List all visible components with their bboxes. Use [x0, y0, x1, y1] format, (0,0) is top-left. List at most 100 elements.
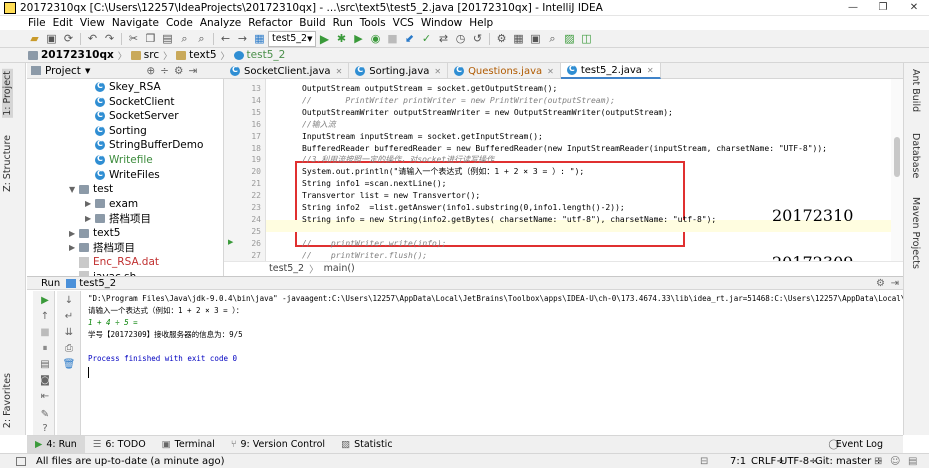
project-tree-item[interactable]: Skey_RSA	[85, 80, 161, 94]
settings-icon[interactable]: ⚙	[493, 31, 510, 47]
gear-icon[interactable]: ⚙	[174, 65, 183, 77]
menu-analyze[interactable]: Analyze	[200, 17, 241, 29]
nav-crumb[interactable]: test5_2	[233, 49, 285, 61]
sdk-icon[interactable]: ▣	[527, 31, 544, 47]
menu-refactor[interactable]: Refactor	[248, 17, 292, 29]
profile-icon[interactable]: ◉	[367, 31, 384, 47]
chevron-right-icon[interactable]: ▶	[69, 243, 79, 252]
bottom-tab-2[interactable]: ▣ Terminal	[154, 436, 223, 454]
down-icon[interactable]: ↓	[62, 293, 76, 307]
vcs-revert-icon[interactable]: ↺	[469, 31, 486, 47]
editor-scrollbar[interactable]	[891, 79, 903, 275]
debug-icon[interactable]: ✱	[333, 31, 350, 47]
vcs-commit-icon[interactable]: ✓	[418, 31, 435, 47]
bottom-tab-3[interactable]: ⑂ 9: Version Control	[223, 436, 333, 454]
project-tree-item[interactable]: SocketServer	[85, 109, 179, 123]
pause-icon[interactable]: ⏸	[38, 341, 52, 355]
project-tool-tab[interactable]: 1: Project	[2, 69, 13, 118]
project-view-label[interactable]: Project	[45, 65, 81, 77]
breadcrumb-method[interactable]: main()	[324, 263, 355, 274]
project-tree-item[interactable]: Writefile	[85, 153, 153, 167]
chevron-down-icon[interactable]: ▼	[69, 185, 79, 194]
menu-run[interactable]: Run	[333, 17, 353, 29]
build-icon[interactable]: ▦	[251, 31, 268, 47]
close-icon[interactable]: ✕	[336, 67, 343, 76]
menu-edit[interactable]: Edit	[53, 17, 73, 29]
breadcrumb-class[interactable]: test5_2	[269, 263, 304, 274]
chevron-right-icon[interactable]: ▶	[69, 229, 79, 238]
scrollbar-thumb[interactable]	[894, 137, 900, 177]
sync-project-icon[interactable]: ◫	[578, 31, 595, 47]
bottom-tab-1[interactable]: ☰ 6: TODO	[85, 436, 154, 454]
search-everywhere-icon[interactable]: ⌕	[544, 31, 561, 47]
event-log-button[interactable]: Event Log	[836, 439, 883, 450]
maximize-button[interactable]: ❐	[868, 0, 898, 16]
project-tree-item[interactable]: ▶ exam	[85, 197, 138, 211]
menu-help[interactable]: Help	[469, 17, 493, 29]
editor-tab[interactable]: Sorting.java ✕	[349, 63, 449, 79]
rerun-icon[interactable]: ▶	[38, 293, 52, 307]
notifications-icon[interactable]: ▤	[908, 456, 917, 467]
hide-icon[interactable]: ⇥	[188, 65, 197, 77]
project-tree-item[interactable]: ▶ 搭档项目	[69, 241, 135, 255]
open-folder-icon[interactable]: ▰	[26, 31, 43, 47]
locate-icon[interactable]: ⊕	[146, 65, 155, 77]
project-tree-item[interactable]: Enc_RSA.dat	[69, 255, 159, 269]
save-icon[interactable]: ▣	[43, 31, 60, 47]
up-icon[interactable]: ↑	[38, 309, 52, 323]
vcs-history-icon[interactable]: ◷	[452, 31, 469, 47]
copy-icon[interactable]: ❐	[142, 31, 159, 47]
maven-tool-tab[interactable]: Maven Projects	[910, 197, 921, 269]
project-tree-item[interactable]: StringBufferDemo	[85, 138, 203, 152]
menu-view[interactable]: View	[80, 17, 105, 29]
nav-crumb[interactable]: text5	[176, 49, 217, 61]
statistic-icon[interactable]: ▨	[561, 31, 578, 47]
scroll-end-icon[interactable]: ⇊	[62, 325, 76, 339]
forward-icon[interactable]: →	[234, 31, 251, 47]
editor-tab[interactable]: test5_2.java ✕	[560, 63, 661, 79]
replace-icon[interactable]: ⌕	[193, 31, 210, 47]
dump-threads-icon[interactable]: ▤	[38, 357, 52, 371]
menu-navigate[interactable]: Navigate	[112, 17, 159, 29]
camera-icon[interactable]: ◙	[38, 373, 52, 387]
project-tree-item[interactable]: ▶ 搭档项目	[85, 211, 151, 225]
ant-build-tool-tab[interactable]: Ant Build	[910, 69, 921, 112]
project-tree-item[interactable]: ▼ test	[69, 182, 113, 196]
run-icon[interactable]: ▶	[316, 31, 333, 47]
editor-tab[interactable]: SocketClient.java ✕	[224, 63, 350, 79]
menu-code[interactable]: Code	[166, 17, 193, 29]
vcs-compare-icon[interactable]: ⇄	[435, 31, 452, 47]
project-tree-item[interactable]: ▶ text5	[69, 226, 120, 240]
structure-tool-tab[interactable]: Z: Structure	[2, 135, 13, 192]
help-icon[interactable]: ?	[38, 421, 52, 435]
chevron-right-icon[interactable]: ▶	[85, 199, 95, 208]
collapse-icon[interactable]: ÷	[160, 65, 169, 77]
coverage-icon[interactable]: ▶	[350, 31, 367, 47]
gear-icon[interactable]: ⚙	[876, 278, 885, 289]
exit-icon[interactable]: ⇤	[38, 389, 52, 403]
project-structure-icon[interactable]: ▦	[510, 31, 527, 47]
favorites-tool-tab[interactable]: 2: Favorites	[2, 373, 13, 428]
sync-icon[interactable]: ⟳	[60, 31, 77, 47]
wrap-icon[interactable]: ↵	[62, 309, 76, 323]
git-branch[interactable]: Git: master ÷	[815, 456, 883, 467]
chevron-right-icon[interactable]: ▶	[85, 214, 95, 223]
inspector-icon[interactable]: ☺	[890, 456, 900, 467]
menu-vcs[interactable]: VCS	[393, 17, 414, 29]
caret-position[interactable]: 7:1	[730, 456, 746, 467]
pin-icon[interactable]: ✎	[38, 407, 52, 421]
project-tree-item[interactable]: SocketClient	[85, 95, 175, 109]
project-tree-item[interactable]: Sorting	[85, 124, 147, 138]
hide-icon[interactable]: ⇥	[891, 278, 899, 289]
nav-crumb[interactable]: 20172310qx	[28, 49, 114, 61]
undo-icon[interactable]: ↶	[84, 31, 101, 47]
project-tree-item[interactable]: WriteFiles	[85, 168, 160, 182]
lock-icon[interactable]: ⊡	[874, 456, 882, 467]
redo-icon[interactable]: ↷	[101, 31, 118, 47]
close-icon[interactable]: ✕	[547, 67, 554, 76]
cut-icon[interactable]: ✂	[125, 31, 142, 47]
run-config-select[interactable]: test5_2 ▼	[268, 30, 316, 47]
print-icon[interactable]: ⎙	[62, 341, 76, 355]
run-gutter-icon[interactable]: ▶	[228, 238, 233, 246]
vcs-update-icon[interactable]: ⬋	[401, 31, 418, 47]
